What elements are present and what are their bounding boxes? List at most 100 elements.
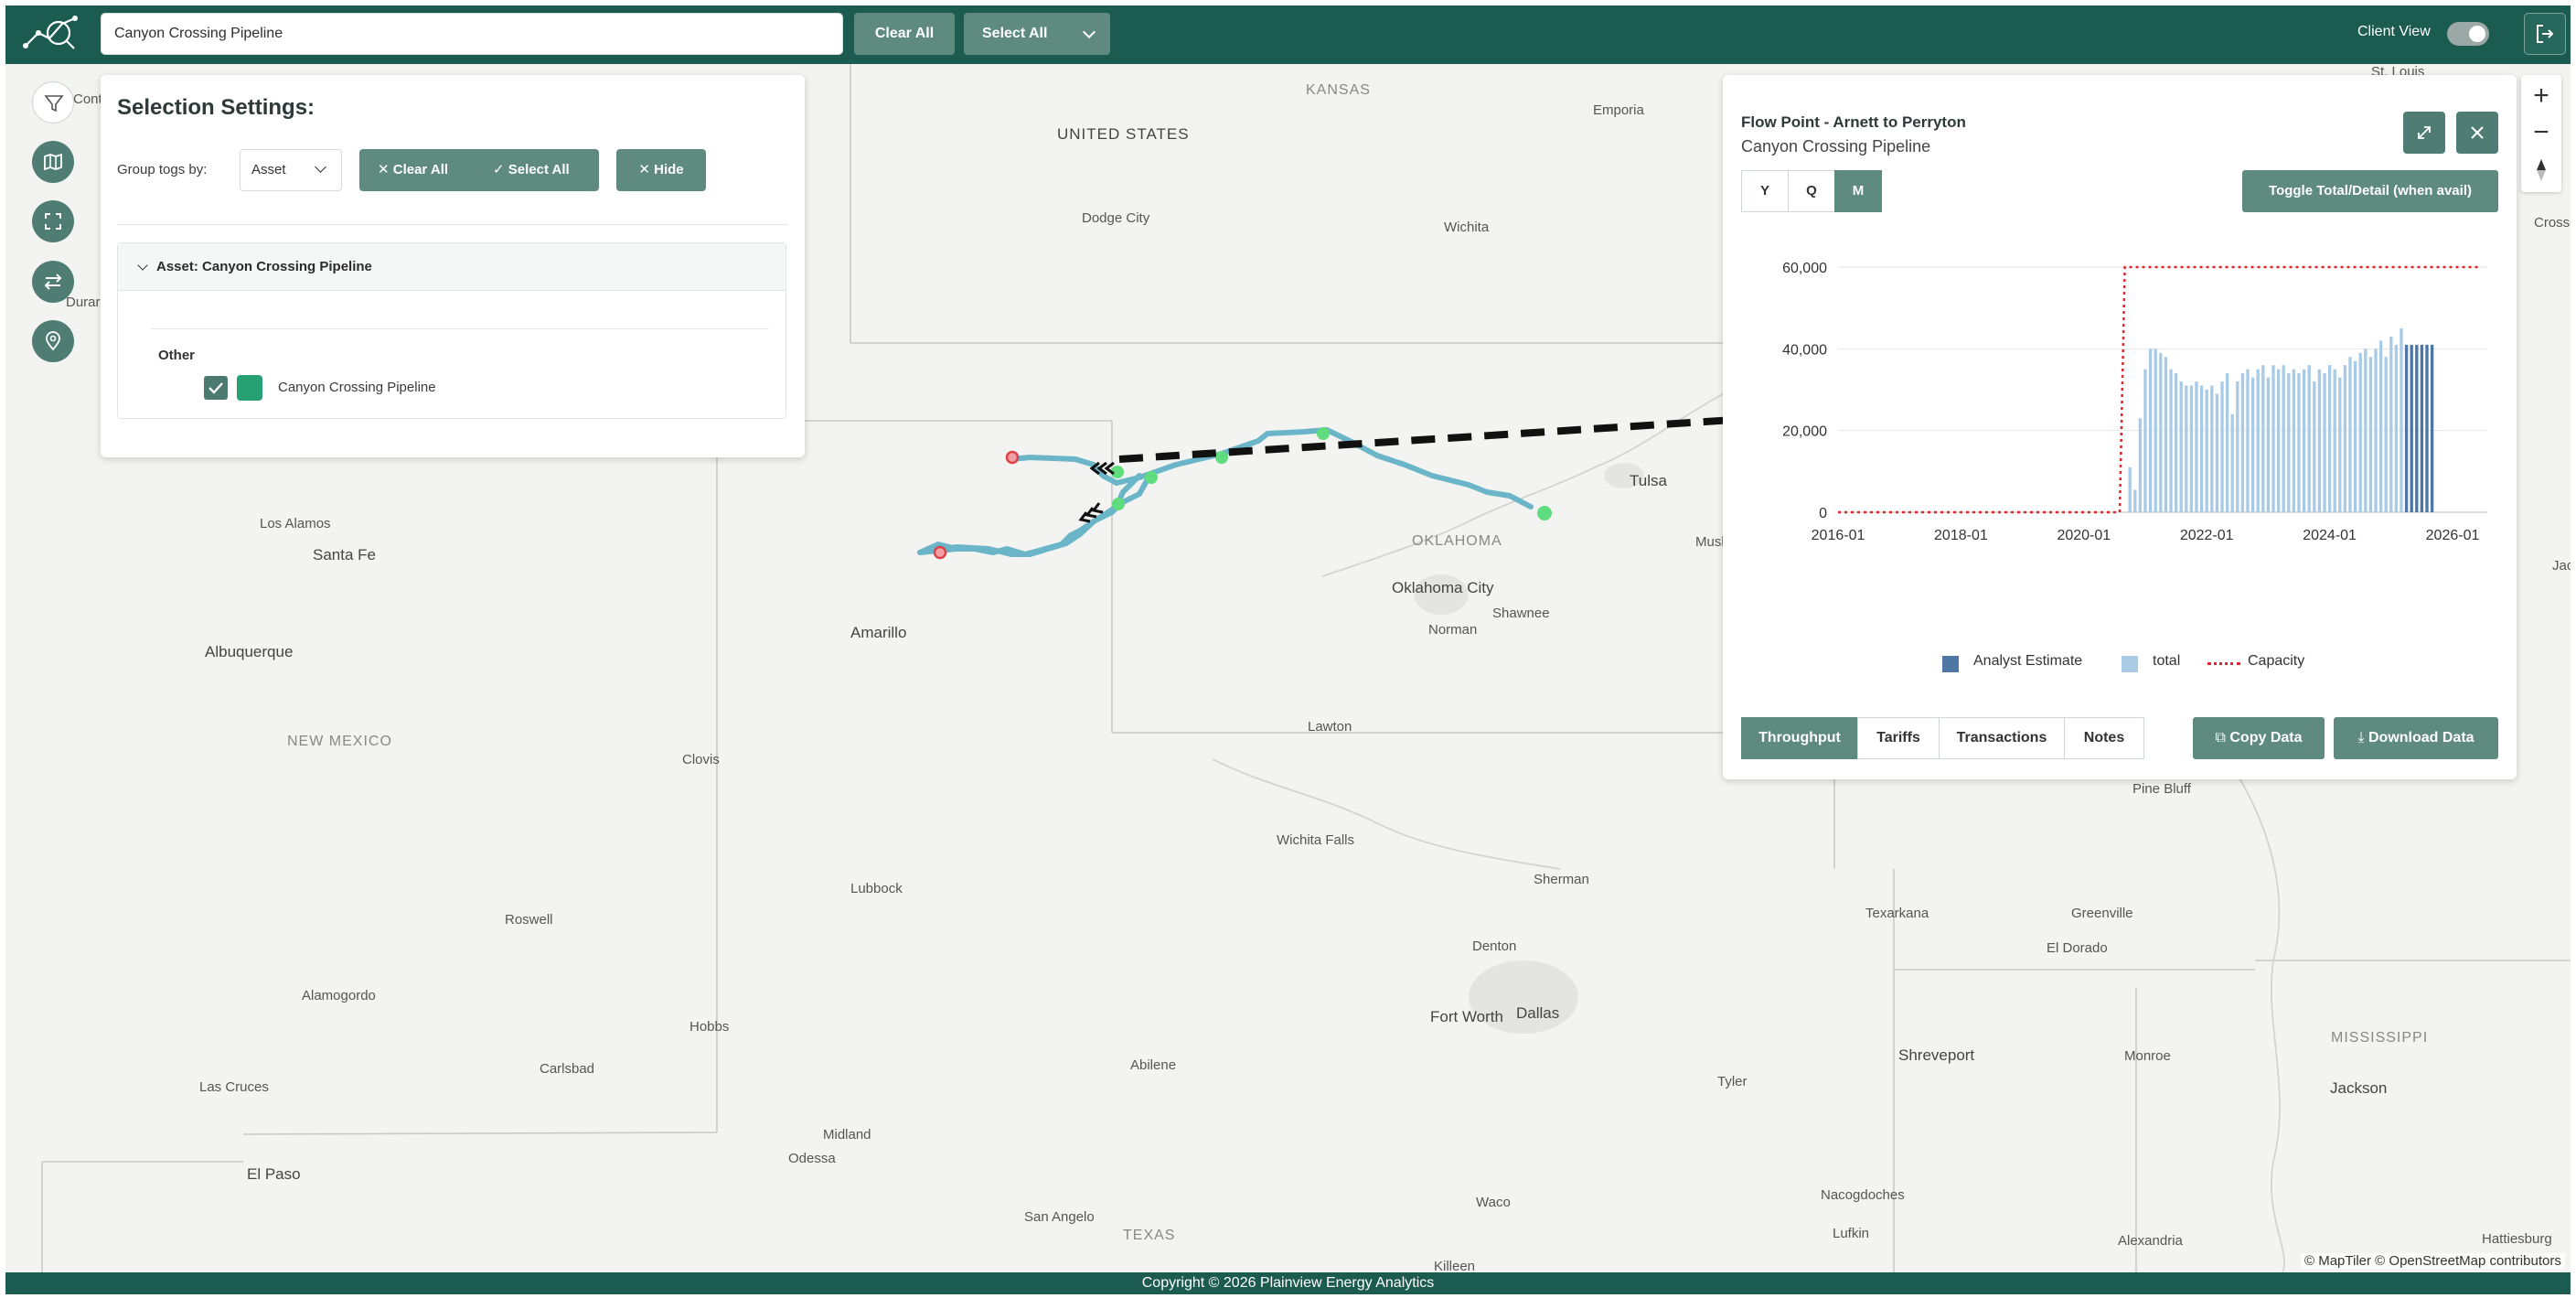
map-label: Oklahoma City (1392, 579, 1494, 596)
bar-analyst-estimate (2410, 344, 2413, 512)
map-layers-button[interactable] (32, 141, 74, 183)
filter-button[interactable] (32, 81, 74, 123)
download-data-button[interactable]: ⤓ Download Data (2334, 717, 2498, 759)
swap-button[interactable] (32, 261, 74, 303)
location-pin-icon (46, 331, 60, 351)
app-logo-icon[interactable] (22, 11, 88, 59)
bar-total (2154, 349, 2157, 512)
bar-total (2195, 381, 2198, 512)
client-view-label: Client View (2357, 24, 2431, 39)
clear-all-button[interactable]: Clear All (854, 13, 955, 55)
x-tick-label: 2020-01 (2057, 528, 2111, 543)
legend-swatch-capacity (2207, 662, 2240, 665)
bar-total (2128, 467, 2132, 512)
item-checkbox[interactable] (204, 376, 228, 400)
bar-analyst-estimate (2420, 344, 2424, 512)
bar-total (2343, 365, 2347, 512)
x-tick-label: 2026-01 (2426, 528, 2480, 543)
bar-total (2313, 381, 2316, 512)
asset-group-title: Asset: Canyon Crossing Pipeline (156, 259, 372, 274)
compass-button[interactable] (2521, 154, 2561, 187)
hide-panel-button[interactable]: ✕ Hide (616, 149, 706, 191)
map-label: Alexandria (2118, 1233, 2183, 1249)
asset-group: Asset: Canyon Crossing Pipeline Other Ca… (117, 242, 786, 419)
map-label: Durar (66, 295, 101, 310)
bar-total (2297, 373, 2301, 512)
bar-total (2333, 369, 2336, 512)
map-label: Sherman (1534, 872, 1589, 887)
bar-total (2353, 360, 2357, 512)
legend-swatch-total (2122, 656, 2138, 672)
fit-bounds-button[interactable] (32, 200, 74, 242)
chevron-down-icon (137, 260, 148, 271)
expand-popup-button[interactable] (2403, 112, 2445, 154)
bar-total (2256, 369, 2260, 512)
toggle-total-detail-button[interactable]: Toggle Total/Detail (when avail) (2242, 170, 2498, 212)
download-data-label: Download Data (2368, 730, 2474, 746)
check-icon: ✓ (493, 162, 508, 177)
map-label: OKLAHOMA (1412, 533, 1502, 549)
select-all-dropdown[interactable]: Select All (964, 13, 1110, 55)
zoom-in-button[interactable]: + (2521, 80, 2561, 112)
tab-tariffs[interactable]: Tariffs (1857, 717, 1940, 759)
map-label: Monroe (2124, 1048, 2171, 1064)
tab-throughput[interactable]: Throughput (1741, 717, 1858, 759)
legend-label: total (2153, 653, 2181, 669)
map-label: Jackson (2330, 1079, 2388, 1097)
panel-select-all-label: Select All (508, 162, 570, 177)
period-quarter-button[interactable]: Q (1788, 170, 1835, 212)
bar-total (2250, 377, 2255, 512)
group-by-value: Asset (251, 162, 286, 177)
map-label: Crossette (2534, 215, 2571, 231)
map-label: Waco (1476, 1195, 1511, 1210)
map-label: Amarillo (850, 624, 907, 641)
flow-point-popup: Flow Point - Arnett to Perryton Canyon C… (1723, 75, 2517, 779)
close-popup-button[interactable] (2456, 112, 2498, 154)
panel-select-all-button[interactable]: ✓ Select All (493, 149, 570, 191)
panel-clear-all-button[interactable]: ✕ Clear All (378, 149, 448, 191)
map-label: Lufkin (1833, 1226, 1870, 1241)
bar-total (2246, 369, 2250, 512)
item-color-swatch[interactable] (237, 375, 262, 401)
client-view-toggle[interactable] (2447, 22, 2489, 46)
bar-total (2138, 418, 2143, 512)
bar-total (2394, 344, 2399, 512)
bar-total (2205, 390, 2208, 512)
bar-total (2174, 373, 2178, 512)
bar-total (2261, 365, 2265, 512)
logout-button[interactable] (2524, 13, 2566, 55)
bar-total (2307, 365, 2311, 512)
swap-icon (44, 274, 62, 290)
location-button[interactable] (32, 320, 74, 362)
tab-notes[interactable]: Notes (2064, 717, 2144, 759)
y-tick-label: 20,000 (1782, 424, 1827, 440)
map-attribution[interactable]: © MapTiler © OpenStreetMap contributors (2301, 1253, 2565, 1269)
bar-total (2133, 489, 2137, 512)
bar-total (2220, 381, 2224, 512)
bar-total (2292, 369, 2296, 512)
map-label: Texarkana (1865, 906, 1929, 921)
map-label: Midland (823, 1127, 871, 1142)
tab-transactions[interactable]: Transactions (1939, 717, 2065, 759)
period-month-button[interactable]: M (1834, 170, 1882, 212)
map-label: Pine Bluff (2132, 781, 2191, 797)
search-input[interactable]: Canyon Crossing Pipeline (101, 13, 843, 55)
x-tick-label: 2016-01 (1812, 528, 1865, 543)
top-bar: Canyon Crossing Pipeline Clear All Selec… (5, 5, 2571, 64)
map-label: UNITED STATES (1057, 125, 1190, 143)
map-label: Shreveport (1898, 1046, 1975, 1064)
bar-total (2271, 365, 2275, 512)
copy-data-button[interactable]: ⧉ Copy Data (2193, 717, 2325, 759)
period-year-button[interactable]: Y (1741, 170, 1789, 212)
asset-group-header[interactable]: Asset: Canyon Crossing Pipeline (118, 243, 786, 291)
map-label: San Angelo (1024, 1209, 1095, 1225)
bar-total (2389, 336, 2393, 512)
bar-total (2185, 385, 2188, 512)
bar-total (2230, 413, 2234, 512)
map-label: Los Alamos (260, 516, 331, 531)
bar-total (2378, 340, 2383, 512)
zoom-out-button[interactable]: − (2521, 117, 2561, 148)
map-label: Lubbock (850, 881, 903, 896)
map-label: Hattiesburg (2482, 1231, 2552, 1247)
group-by-select[interactable]: Asset (240, 149, 342, 191)
